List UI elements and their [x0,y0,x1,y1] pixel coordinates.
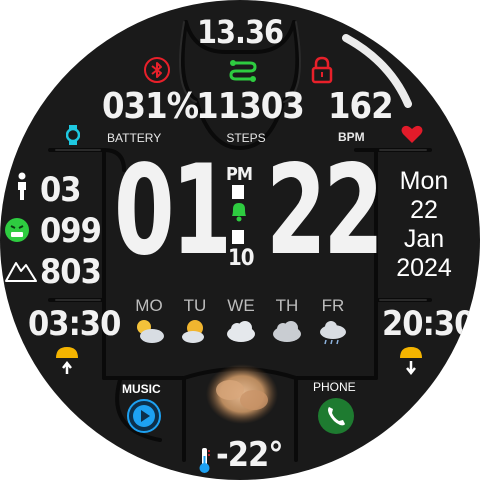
sunset-time: 20:30 [382,304,475,344]
cloud-icon [227,321,255,342]
time-minutes: 22 [266,139,384,283]
sunrise-icon [54,344,80,376]
person-icon [14,172,30,202]
forecast-day: TU [172,296,218,350]
time-hours: 01 [114,139,232,283]
alarm-icon[interactable] [228,200,250,222]
dust-storm-icon [200,360,282,430]
forecast-day: MO [126,296,172,350]
ampm-indicator: PM [226,164,253,185]
phone-label: PHONE [313,380,356,394]
forecast-day-label: TU [183,296,207,315]
forecast-day-label: MO [135,296,163,315]
date-day: 22 [410,196,438,224]
date-year: 2024 [396,254,452,282]
steps-route-icon [228,58,258,82]
top-time: 13.36 [196,13,284,51]
colon-block-top [232,185,244,199]
forecast-day: TH [264,296,310,350]
forecast-day: WE [218,296,264,350]
heart-icon[interactable] [401,124,423,144]
music-label: MUSIC [122,382,161,396]
stat-1-value: 03 [40,170,82,210]
thermometer-icon [196,446,212,474]
sun-cloud-icon [137,320,164,343]
watch-face: 13.36 031% BATTERY 11303 STEPS 162 BPM 0… [0,0,480,480]
stress-face-icon [3,216,31,244]
mountain-icon [5,258,37,282]
time-seconds: 10 [228,246,255,271]
sun-cloud-icon [182,320,204,343]
heart-rate-value: 162 [328,86,394,127]
phone-icon[interactable] [316,396,356,436]
temperature-value: -22° [216,435,284,475]
music-play-icon[interactable] [126,398,162,434]
sunrise-time: 03:30 [28,304,121,344]
lock-icon[interactable] [310,56,334,84]
date-month: Jan [403,225,445,253]
stat-2-value: 099 [40,211,102,251]
forecast-day: FR [310,296,356,350]
forecast-day-label: WE [227,296,255,315]
stat-3-value: 803 [40,252,102,292]
cloud-icon [273,321,301,342]
sunset-icon [398,344,424,376]
rain-cloud-icon [320,321,346,345]
forecast-day-label: TH [275,296,299,315]
steps-value: 11303 [196,86,305,127]
forecast-day-label: FR [321,296,345,315]
colon-block-bottom [232,230,244,244]
date-weekday: Mon [399,167,449,195]
forecast-row[interactable]: MO TU WE TH FR [126,296,356,350]
bluetooth-icon[interactable] [143,56,171,84]
date-block[interactable]: Mon 22 Jan 2024 [380,167,468,283]
